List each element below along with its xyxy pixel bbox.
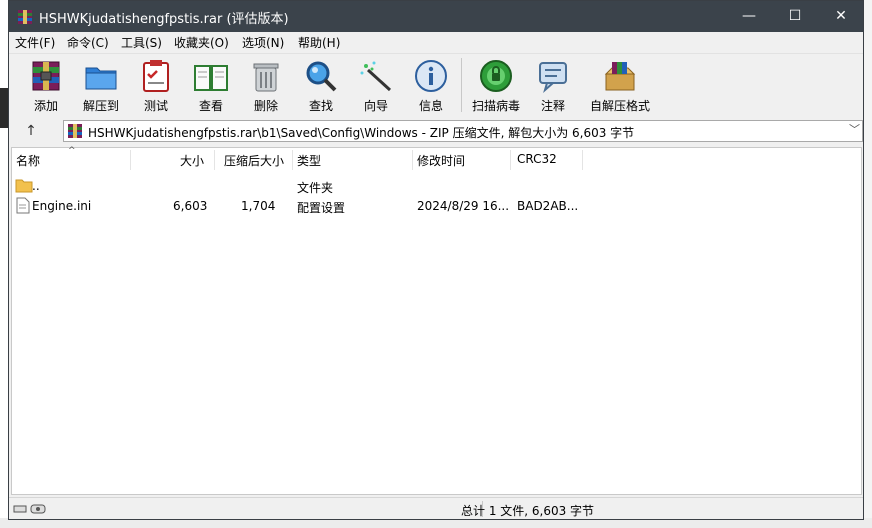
sfx-button[interactable]: 自解压格式 (590, 56, 650, 114)
status-bar: 总计 1 文件, 6,603 字节 (9, 497, 863, 519)
address-path-text: HSHWKjudatishengfpstis.rar\b1\Saved\Conf… (88, 126, 635, 140)
winrar-window: HSHWKjudatishengfpstis.rar (评估版本) — ☐ ✕ … (8, 0, 864, 520)
address-path-field[interactable]: HSHWKjudatishengfpstis.rar\b1\Saved\Conf… (63, 120, 863, 142)
toolbar: 添加 解压到 测试 查看 删除 查找 向导 信息 扫描病毒 注释 自解压格式 (9, 53, 863, 116)
title-bar[interactable]: HSHWKjudatishengfpstis.rar (评估版本) — ☐ ✕ (9, 1, 863, 32)
test-checklist-icon (143, 60, 169, 92)
comment-icon (539, 62, 567, 93)
extract-to-label: 解压到 (82, 99, 119, 113)
table-row[interactable]: Engine.ini 6,603 1,704 配置设置 2024/8/29 16… (12, 196, 861, 216)
wizard-label: 向导 (363, 99, 388, 113)
delete-button[interactable]: 删除 (240, 56, 292, 114)
column-header-type[interactable]: 类型 (297, 152, 321, 169)
wizard-wand-icon (360, 61, 392, 92)
column-divider[interactable] (582, 150, 583, 170)
table-row[interactable]: .. 文件夹 (12, 176, 861, 196)
close-button[interactable]: ✕ (819, 1, 863, 32)
test-button[interactable]: 测试 (130, 56, 182, 114)
sfx-box-icon (604, 62, 636, 91)
virus-scan-button[interactable]: 扫描病毒 (470, 56, 522, 114)
file-modified: 2024/8/29 16... (417, 199, 510, 213)
minimize-button[interactable]: — (727, 1, 771, 32)
column-header-size[interactable]: 大小 (180, 152, 204, 169)
view-book-icon (194, 65, 228, 91)
virus-scan-label: 扫描病毒 (471, 99, 520, 113)
column-divider[interactable] (292, 150, 293, 170)
window-title: HSHWKjudatishengfpstis.rar (评估版本) (39, 12, 289, 27)
chevron-down-icon[interactable]: ﹀ (849, 121, 860, 137)
add-button[interactable]: 添加 (20, 56, 72, 114)
sort-ascending-icon: ^ (68, 146, 76, 156)
file-type: 配置设置 (297, 201, 346, 215)
column-header-packed[interactable]: 压缩后大小 (224, 152, 284, 169)
info-icon (415, 60, 447, 92)
menu-commands[interactable]: 命令(C) (67, 34, 109, 51)
info-label: 信息 (418, 99, 443, 113)
delete-bin-icon (253, 63, 279, 92)
extract-folder-icon (85, 67, 117, 90)
column-divider[interactable] (412, 150, 413, 170)
file-list[interactable]: 名称 ^ 大小 压缩后大小 类型 修改时间 CRC32 .. 文件夹 Engin… (11, 146, 862, 495)
wizard-button[interactable]: 向导 (350, 56, 402, 114)
winrar-app-icon (18, 10, 32, 24)
column-divider[interactable] (214, 150, 215, 170)
maximize-button[interactable]: ☐ (773, 1, 817, 32)
view-button[interactable]: 查看 (185, 56, 237, 114)
file-type: 文件夹 (297, 181, 334, 195)
sfx-label: 自解压格式 (590, 99, 651, 113)
column-header-name[interactable]: 名称 (16, 152, 40, 169)
menu-file[interactable]: 文件(F) (15, 34, 55, 51)
test-label: 测试 (143, 99, 168, 113)
drive-status-icon (13, 504, 46, 514)
file-packed-size: 1,704 (241, 199, 276, 213)
menu-favorites[interactable]: 收藏夹(O) (174, 34, 229, 51)
comment-label: 注释 (540, 99, 565, 113)
menu-options[interactable]: 选项(N) (242, 34, 284, 51)
menu-tools[interactable]: 工具(S) (121, 34, 162, 51)
view-label: 查看 (198, 99, 223, 113)
file-crc32: BAD2AB... (517, 199, 579, 213)
add-archive-icon (32, 61, 60, 91)
file-size: 6,603 (173, 199, 208, 213)
delete-label: 删除 (253, 99, 278, 113)
extract-to-button[interactable]: 解压到 (75, 56, 127, 114)
find-button[interactable]: 查找 (295, 56, 347, 114)
column-header-crc32[interactable]: CRC32 (517, 152, 557, 166)
add-label: 添加 (33, 99, 58, 113)
address-bar: ↑ HSHWKjudatishengfpstis.rar\b1\Saved\Co… (9, 117, 863, 145)
column-header-modified[interactable]: 修改时间 (417, 152, 465, 169)
folder-icon (15, 179, 33, 193)
find-label: 查找 (308, 99, 333, 113)
column-divider[interactable] (130, 150, 131, 170)
up-one-level-button[interactable]: ↑ (19, 120, 43, 142)
file-name: .. (32, 179, 40, 193)
comment-button[interactable]: 注释 (527, 56, 579, 114)
virus-scan-icon (480, 60, 512, 92)
toolbar-separator (461, 58, 462, 112)
status-summary: 总计 1 文件, 6,603 字节 (461, 504, 595, 518)
file-name: Engine.ini (32, 199, 92, 213)
menu-help[interactable]: 帮助(H) (298, 34, 340, 51)
info-button[interactable]: 信息 (405, 56, 457, 114)
ini-file-icon (16, 197, 30, 214)
rar-archive-icon (68, 124, 82, 138)
find-magnifier-icon (306, 61, 337, 92)
column-divider[interactable] (510, 150, 511, 170)
menu-bar: 文件(F) 命令(C) 工具(S) 收藏夹(O) 选项(N) 帮助(H) (9, 32, 863, 52)
